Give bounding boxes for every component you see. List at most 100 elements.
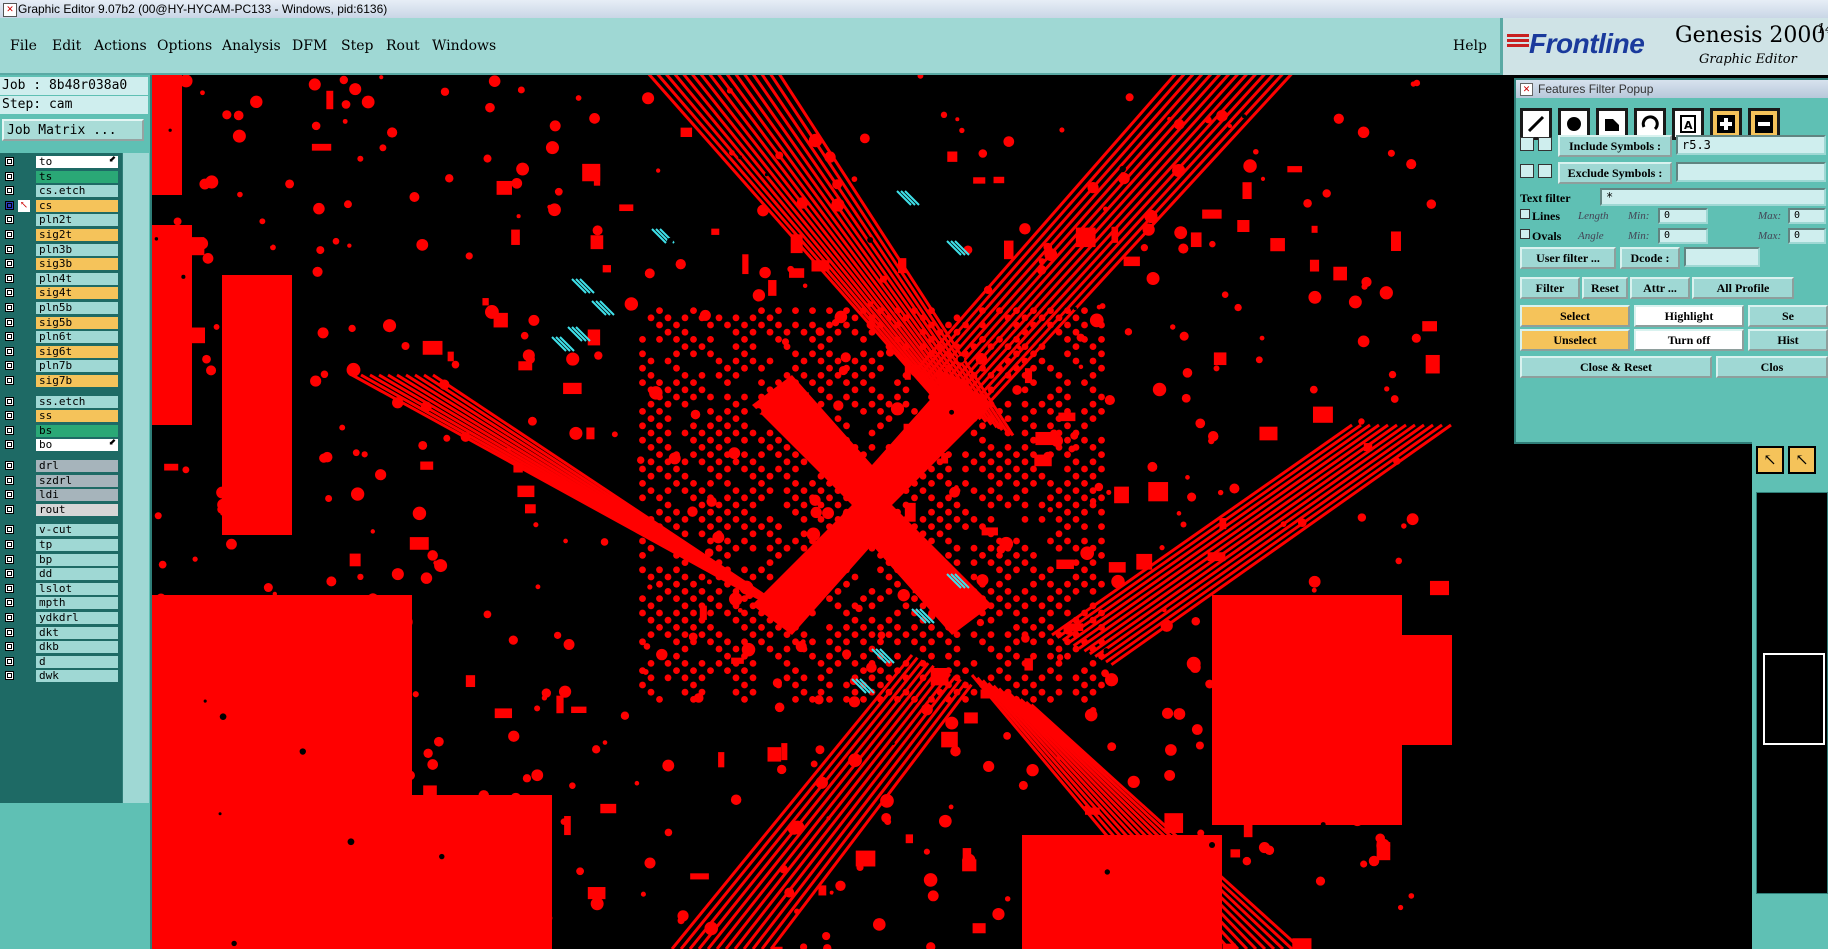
layer-row[interactable]: pln6t <box>2 330 120 344</box>
layer-row[interactable]: pln5b <box>2 301 120 315</box>
layer-affected-checkbox[interactable] <box>5 157 14 166</box>
layer-affected-checkbox[interactable] <box>5 376 14 385</box>
layer-affected-checkbox[interactable] <box>5 200 14 210</box>
close-reset-button[interactable]: Close & Reset <box>1520 356 1712 378</box>
layer-name[interactable]: ydkdrl <box>36 612 118 624</box>
layer-name[interactable]: mpth <box>36 597 118 610</box>
layer-row[interactable]: sig2t <box>2 228 120 242</box>
select-extra-button[interactable]: Se <box>1748 305 1828 327</box>
layer-name[interactable]: cs <box>36 199 118 212</box>
profile-select[interactable]: All Profile <box>1692 277 1794 299</box>
layer-row[interactable]: sig7b <box>2 374 120 388</box>
layer-name[interactable]: pln7b <box>36 360 118 373</box>
layer-row[interactable]: bp <box>2 553 120 567</box>
ovals-checkbox[interactable] <box>1520 229 1530 239</box>
layer-row[interactable]: tp <box>2 538 120 552</box>
close-button[interactable]: Clos <box>1716 356 1828 378</box>
layer-row[interactable]: mpth <box>2 596 120 610</box>
layer-affected-checkbox[interactable] <box>5 598 14 608</box>
layer-row[interactable]: pln3b <box>2 243 120 257</box>
layer-affected-checkbox[interactable] <box>5 583 14 593</box>
layer-row[interactable]: sig5b <box>2 316 120 330</box>
layer-row[interactable]: bs <box>2 424 120 438</box>
layer-affected-checkbox[interactable] <box>5 171 14 181</box>
job-matrix-button[interactable]: Job Matrix ... <box>2 119 144 141</box>
layer-affected-checkbox[interactable] <box>5 244 14 254</box>
exclude-pick-arrow2-icon[interactable] <box>1538 164 1552 178</box>
layer-affected-checkbox[interactable] <box>5 273 14 283</box>
layer-list-scrollbar[interactable] <box>122 153 149 803</box>
layer-row[interactable]: pln7b <box>2 359 120 373</box>
layer-affected-checkbox[interactable] <box>5 613 14 622</box>
popup-close-icon[interactable]: ✕ <box>1520 83 1533 96</box>
layer-row[interactable]: pln2t <box>2 213 120 227</box>
unselect-button[interactable]: Unselect <box>1520 329 1630 351</box>
layer-row[interactable]: dkb <box>2 640 120 654</box>
layer-affected-checkbox[interactable] <box>5 656 14 666</box>
layer-row[interactable]: d <box>2 655 120 669</box>
layer-row[interactable]: dwk <box>2 669 120 683</box>
overview-panel[interactable] <box>1756 492 1828 894</box>
include-pick-arrow2-icon[interactable] <box>1538 137 1552 151</box>
layer-name[interactable]: dkt <box>36 626 118 639</box>
layer-affected-checkbox[interactable] <box>5 332 14 342</box>
dcode-input[interactable] <box>1684 247 1760 267</box>
layer-affected-checkbox[interactable] <box>5 259 14 269</box>
layer-name[interactable]: pln3b <box>36 243 118 256</box>
layer-affected-checkbox[interactable] <box>5 504 14 514</box>
layer-row[interactable]: ydkdrl <box>2 611 120 625</box>
layer-row[interactable]: sig3b <box>2 257 120 271</box>
layer-name[interactable]: v-cut <box>36 524 118 537</box>
layer-affected-checkbox[interactable] <box>5 288 14 298</box>
exclude-symbols-button[interactable]: Exclude Symbols : <box>1558 162 1672 184</box>
menu-analysis[interactable]: Analysis <box>222 38 281 54</box>
layer-affected-checkbox[interactable] <box>5 230 14 239</box>
layer-row[interactable]: szdrl <box>2 474 120 488</box>
menu-step[interactable]: Step <box>341 38 373 54</box>
layer-affected-checkbox[interactable] <box>5 540 14 549</box>
layer-affected-checkbox[interactable] <box>5 361 14 371</box>
layer-row[interactable]: cs.etch <box>2 184 120 198</box>
dcode-button[interactable]: Dcode : <box>1620 247 1680 269</box>
menu-windows[interactable]: Windows <box>432 38 496 54</box>
filter-toggle[interactable]: Filter <box>1520 277 1580 299</box>
lines-checkbox[interactable] <box>1520 209 1530 219</box>
layer-name[interactable]: to <box>36 156 118 168</box>
layer-affected-checkbox[interactable] <box>5 317 14 327</box>
user-filter-button[interactable]: User filter ... <box>1520 247 1616 269</box>
layer-row[interactable]: bo ⬋ <box>2 438 120 452</box>
layer-name[interactable]: lslot <box>36 582 118 595</box>
layer-row[interactable]: to ⬋ <box>2 155 120 169</box>
highlight-button[interactable]: Highlight <box>1634 305 1744 327</box>
layer-affected-checkbox[interactable] <box>5 411 14 421</box>
layer-name[interactable]: ldi <box>36 489 118 502</box>
layer-row[interactable]: sig6t <box>2 345 120 359</box>
layer-name[interactable]: sig7b <box>36 375 118 387</box>
menu-help[interactable]: Help <box>1453 38 1487 54</box>
layer-name[interactable]: dwk <box>36 670 118 683</box>
layer-affected-checkbox[interactable] <box>5 642 14 652</box>
layer-row[interactable]: pln4t <box>2 272 120 286</box>
layer-name[interactable]: ts <box>36 170 118 183</box>
layer-affected-checkbox[interactable] <box>5 627 14 637</box>
layer-name[interactable]: drl <box>36 460 118 472</box>
pointer-tool-icon[interactable]: ↖ <box>1756 446 1784 474</box>
layer-affected-checkbox[interactable] <box>5 396 14 406</box>
menu-file[interactable]: File <box>10 38 37 54</box>
pointer-select-icon[interactable]: ↖ <box>1788 446 1816 474</box>
select-button[interactable]: Select <box>1520 305 1630 327</box>
menu-dfm[interactable]: DFM <box>292 38 327 54</box>
include-pick-arrow-icon[interactable] <box>1520 137 1534 151</box>
layer-row[interactable]: drl <box>2 459 120 473</box>
line-feature-icon[interactable] <box>1520 108 1552 140</box>
exclude-pick-arrow-icon[interactable] <box>1520 164 1534 178</box>
layer-affected-checkbox[interactable] <box>5 186 14 196</box>
layer-row[interactable]: lslot <box>2 582 120 596</box>
layer-name[interactable]: tp <box>36 539 118 551</box>
layer-name[interactable]: sig2t <box>36 229 118 241</box>
layer-name[interactable]: pln5b <box>36 302 118 314</box>
menu-options[interactable]: Options <box>157 38 212 54</box>
layer-name[interactable]: ss.etch <box>36 395 118 408</box>
angle-min-input[interactable]: 0 <box>1658 228 1708 244</box>
graphic-canvas[interactable] <box>152 75 1752 949</box>
